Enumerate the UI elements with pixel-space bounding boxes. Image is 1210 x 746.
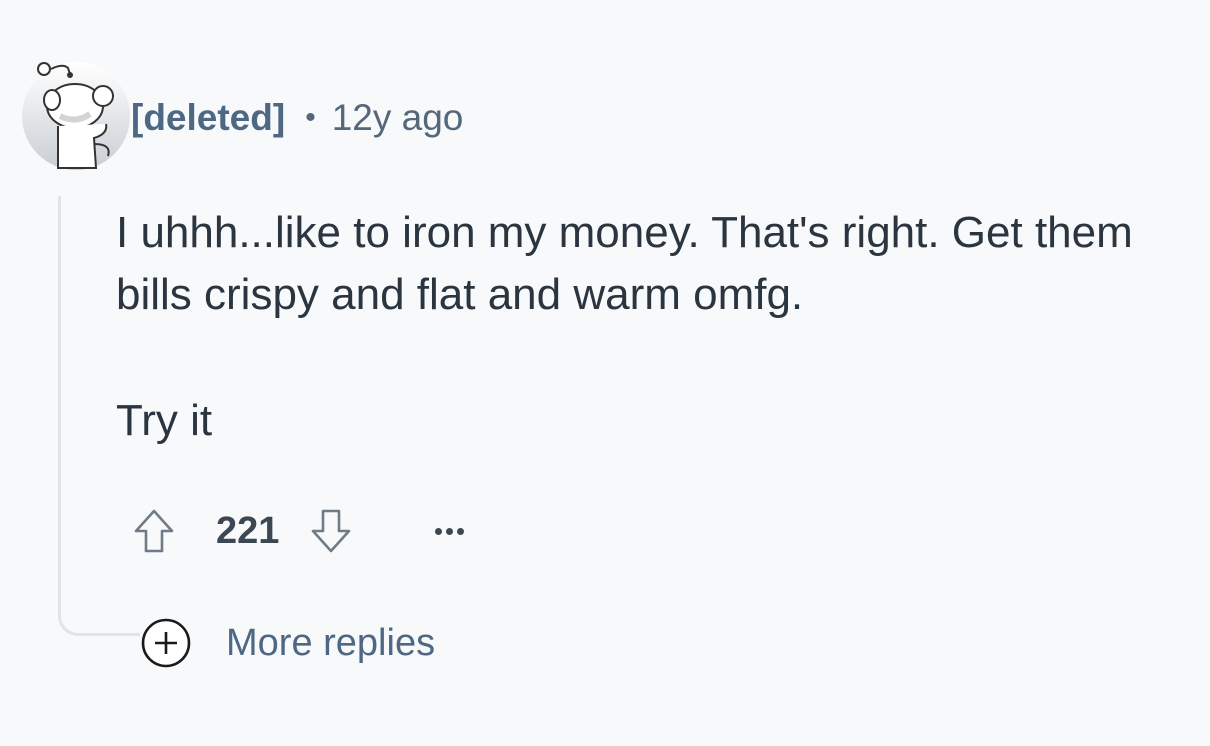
comment-actions: 221: [132, 505, 465, 557]
ellipsis-dot: [446, 527, 454, 535]
ellipsis-dot: [457, 527, 465, 535]
vote-score: 221: [216, 509, 280, 552]
comment-paragraph: I uhhh...like to iron my money. That's r…: [116, 208, 1133, 319]
more-replies-button[interactable]: More replies: [140, 616, 435, 670]
comment-body: I uhhh...like to iron my money. That's r…: [116, 202, 1196, 452]
comment-timestamp[interactable]: 12y ago: [332, 95, 464, 141]
meta-separator: •: [305, 101, 316, 134]
upvote-arrow-icon[interactable]: [132, 507, 176, 555]
ellipsis-dot: [435, 527, 443, 535]
plus-circle-icon[interactable]: [140, 617, 192, 669]
avatar[interactable]: [18, 58, 130, 172]
comment-paragraph: Try it: [116, 396, 213, 445]
author-name[interactable]: [deleted]: [131, 95, 285, 141]
more-replies-label[interactable]: More replies: [226, 622, 435, 665]
comment-meta: [deleted] • 12y ago: [131, 95, 463, 141]
ellipsis-icon[interactable]: [435, 507, 465, 555]
downvote-arrow-icon[interactable]: [309, 507, 353, 555]
